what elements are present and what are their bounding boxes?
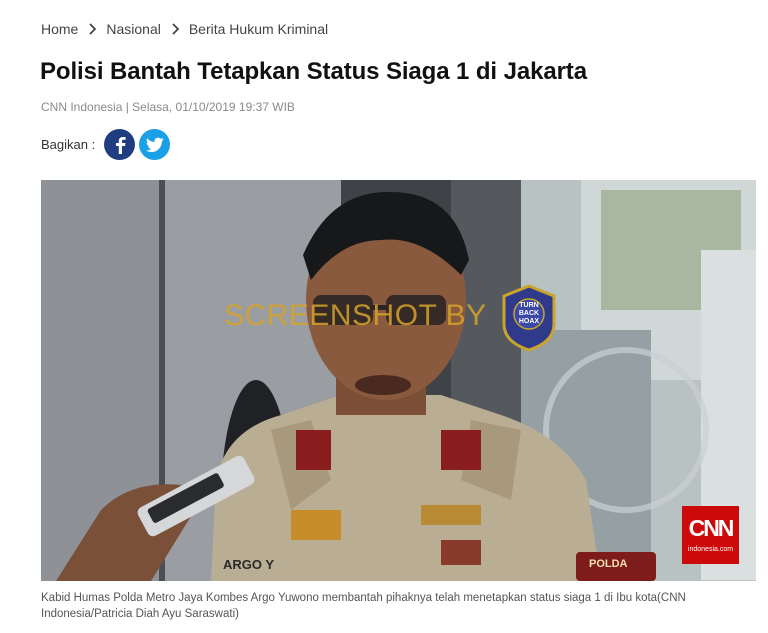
article-meta: CNN Indonesia | Selasa, 01/10/2019 19:37… [41,100,295,114]
cnn-indonesia-logo: CNN indonesia.com [682,506,739,564]
article-photo: SCREENSHOT BY TURN BACK HOAX ARGO Y POLD… [41,180,756,581]
share-bar: Bagikan : [41,129,174,160]
twitter-share-button[interactable] [139,129,171,160]
breadcrumb: Home Nasional Berita Hukum Kriminal [41,21,328,37]
breadcrumb-berita-hukum-kriminal[interactable]: Berita Hukum Kriminal [189,21,328,37]
breadcrumb-home[interactable]: Home [41,21,78,37]
twitter-icon [145,137,164,152]
facebook-icon [115,136,126,154]
chevron-right-icon [168,22,184,36]
uniform-polda-badge: POLDA [589,558,628,570]
article-title: Polisi Bantah Tetapkan Status Siaga 1 di… [40,58,587,85]
facebook-share-button[interactable] [104,129,136,160]
uniform-name-tag: ARGO Y [223,557,275,572]
share-label: Bagikan : [41,137,96,152]
seal-lines: TURN BACK HOAX [518,302,540,325]
turnbackhoax-seal-icon: TURN BACK HOAX [500,284,558,352]
photo-caption: Kabid Humas Polda Metro Jaya Kombes Argo… [41,592,686,620]
cnn-logo-subtext: indonesia.com [687,546,734,553]
screenshot-watermark: SCREENSHOT BY [224,299,487,332]
cnn-logo-text: CNN [688,515,735,541]
photo-scene [41,180,756,581]
breadcrumb-nasional[interactable]: Nasional [106,21,160,37]
chevron-right-icon [85,22,101,36]
